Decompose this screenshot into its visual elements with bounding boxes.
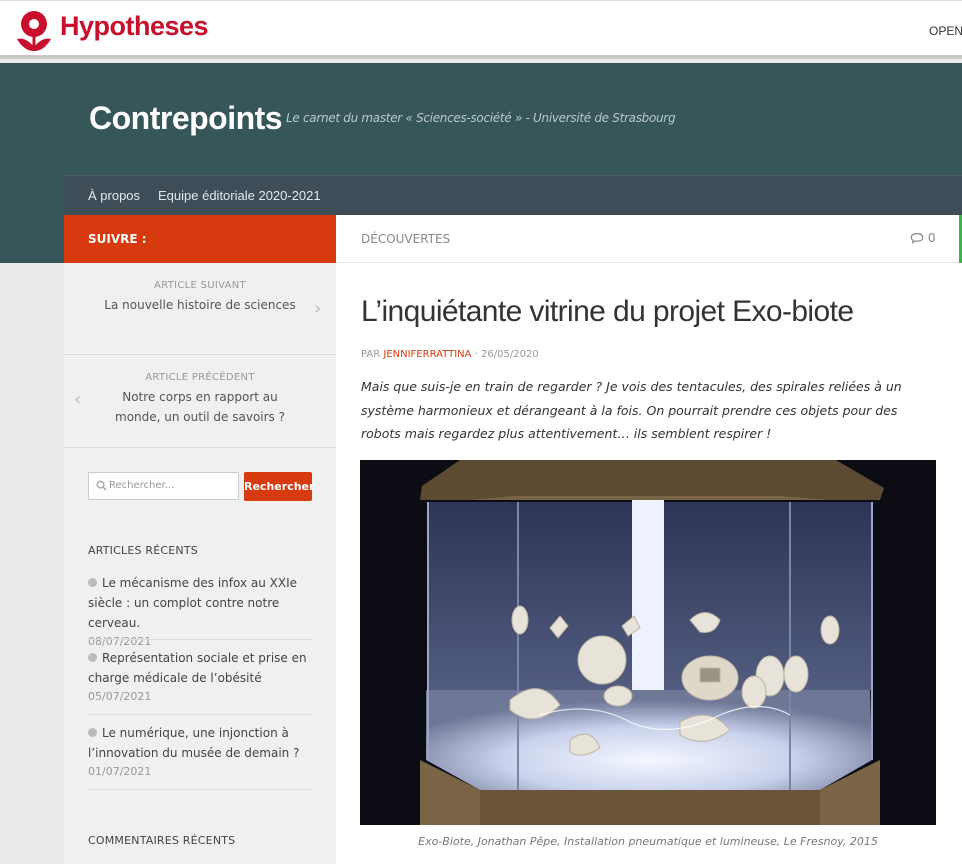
site-title[interactable]: Contrepoints — [89, 100, 283, 137]
divider — [88, 639, 312, 640]
post-meta: PAR JENNIFERRATTINA · 26/05/2020 — [361, 349, 539, 360]
hypotheses-logo-icon[interactable] — [14, 9, 54, 53]
recent-article-title[interactable]: Le mécanisme des infox au XXIe siècle : … — [88, 576, 297, 630]
clock-icon — [88, 578, 97, 587]
next-article-title[interactable]: La nouvelle histoire de sciences — [64, 295, 336, 315]
image-caption: Exo-Biote, Jonathan Pêpe, Installation p… — [418, 835, 878, 848]
divider — [64, 447, 336, 448]
recent-article-item[interactable]: Représentation sociale et prise en charg… — [88, 648, 312, 703]
prev-article-label: ARTICLE PRÉCÉDENT — [145, 372, 255, 383]
category-bar: DÉCOUVERTES 0 — [336, 215, 962, 263]
next-article-label: ARTICLE SUIVANT — [154, 280, 246, 291]
divider — [88, 789, 312, 790]
recent-article-title[interactable]: Le numérique, une injonction à l’innovat… — [88, 726, 299, 760]
post-author[interactable]: JENNIFERRATTINA — [383, 349, 471, 360]
search-button[interactable]: Rechercher — [244, 472, 314, 501]
sidebar: SUIVRE : ARTICLE SUIVANT La nouvelle his… — [64, 215, 336, 864]
divider — [88, 714, 312, 715]
recent-article-item[interactable]: Le numérique, une injonction à l’innovat… — [88, 723, 312, 778]
post-excerpt: Mais que suis-je en train de regarder ? … — [361, 379, 902, 441]
comment-count[interactable]: 0 — [910, 231, 935, 245]
brand-name[interactable]: Hypotheses — [60, 11, 209, 42]
search-icon — [96, 480, 107, 491]
prev-article-title[interactable]: Notre corps en rapport au monde, un outi… — [64, 387, 336, 427]
nav-item-equipe[interactable]: Equipe éditoriale 2020-2021 — [158, 188, 321, 203]
comments-icon — [910, 233, 924, 245]
recent-article-date: 08/07/2021 — [88, 635, 152, 648]
main-content: DÉCOUVERTES 0 L’inquiétante vitrine du p… — [336, 215, 962, 864]
recent-article-title[interactable]: Représentation sociale et prise en charg… — [88, 651, 307, 685]
post-category[interactable]: DÉCOUVERTES — [361, 232, 450, 246]
recent-article-date: 05/07/2021 — [88, 690, 152, 703]
clock-icon — [88, 653, 97, 662]
exo-biote-vitrine-image — [360, 460, 936, 825]
main-nav: À propos Equipe éditoriale 2020-2021 — [64, 175, 962, 216]
topnav-openedition[interactable]: OPENI — [929, 24, 962, 38]
recent-article-date: 01/07/2021 — [88, 765, 152, 778]
top-bar: Hypotheses OPENI — [0, 0, 962, 59]
clock-icon — [88, 728, 97, 737]
follow-bar: SUIVRE : — [64, 215, 336, 263]
chevron-left-icon[interactable]: ‹ — [74, 389, 81, 410]
recent-article-item[interactable]: Le mécanisme des infox au XXIe siècle : … — [88, 573, 312, 648]
post-title: L’inquiétante vitrine du projet Exo-biot… — [361, 295, 854, 328]
nav-item-a-propos[interactable]: À propos — [88, 188, 140, 203]
divider — [64, 354, 336, 355]
post-date: · 26/05/2020 — [474, 349, 539, 360]
comment-count-value: 0 — [927, 231, 936, 245]
prev-article-link[interactable]: ARTICLE PRÉCÉDENT Notre corps en rapport… — [64, 372, 336, 427]
post-by: PAR — [361, 349, 381, 360]
next-article-link[interactable]: ARTICLE SUIVANT La nouvelle histoire de … — [64, 280, 336, 315]
chevron-right-icon[interactable]: › — [314, 298, 321, 319]
recent-comments-title: COMMENTAIRES RÉCENTS — [88, 834, 236, 847]
post-featured-image — [360, 460, 936, 825]
site-description: Le carnet du master « Sciences-société »… — [286, 111, 676, 125]
recent-articles-title: ARTICLES RÉCENTS — [88, 544, 198, 557]
search-input[interactable]: Rechercher... — [88, 472, 239, 500]
